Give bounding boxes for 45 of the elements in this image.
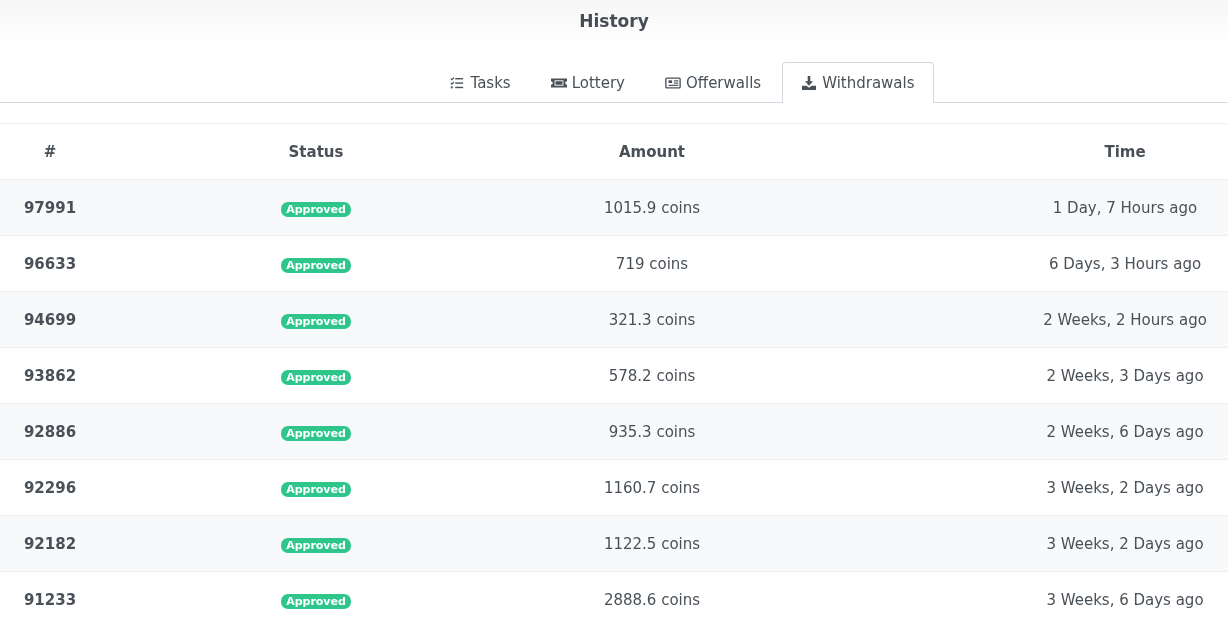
status-badge: Approved: [281, 313, 351, 329]
status-badge: Approved: [281, 257, 351, 273]
table-cell-text: 3 Weeks, 2 Days ago: [1045, 534, 1205, 553]
tab[interactable]: Withdrawals: [782, 62, 934, 103]
column-header: #: [42, 142, 58, 161]
ticket-icon: [550, 76, 567, 90]
table-cell-text: 92296: [22, 478, 78, 497]
status-badge: Approved: [281, 481, 351, 497]
table-cell-text: 3 Weeks, 6 Days ago: [1045, 590, 1205, 609]
table-cell-text: 93862: [22, 366, 78, 385]
table-cell-text: 2 Weeks, 2 Hours ago: [1042, 310, 1208, 329]
table-cell-text: 3 Weeks, 2 Days ago: [1045, 478, 1205, 497]
table-cell-text: 2 Weeks, 3 Days ago: [1045, 366, 1205, 385]
column-header: Time: [1103, 142, 1147, 161]
table-cell-text: 1160.7 coins: [602, 478, 702, 497]
tab[interactable]: Tasks: [430, 62, 530, 103]
table-cell-text: 578.2 coins: [607, 366, 697, 385]
table-cell-text: 321.3 coins: [607, 310, 697, 329]
newspaper-icon: [665, 76, 681, 90]
table-cell-text: 92182: [22, 534, 78, 553]
status-badge: Approved: [281, 537, 351, 553]
table-cell-text: 97991: [22, 198, 78, 217]
tab[interactable]: Lottery: [531, 62, 644, 103]
status-badge: Approved: [281, 201, 351, 217]
table-cell-text: 91233: [22, 590, 78, 609]
column-header: Amount: [617, 142, 687, 161]
table-cell-text: 96633: [22, 254, 78, 273]
tab[interactable]: Offerwalls: [646, 62, 781, 103]
download-icon: [801, 76, 818, 90]
table-cell-text: 719 coins: [614, 254, 690, 273]
table-cell-text: 935.3 coins: [607, 422, 697, 441]
page-title: History: [579, 11, 649, 31]
status-badge: Approved: [281, 425, 351, 441]
table-cell-text: 6 Days, 3 Hours ago: [1047, 254, 1203, 273]
table-cell-text: 2888.6 coins: [602, 590, 702, 609]
status-badge: Approved: [281, 369, 351, 385]
column-header: Status: [287, 142, 345, 161]
table-cell-text: 1122.5 coins: [602, 534, 702, 553]
table-cell-text: 94699: [22, 310, 78, 329]
table-cell-text: 1 Day, 7 Hours ago: [1051, 198, 1199, 217]
table-cell-text: 2 Weeks, 6 Days ago: [1045, 422, 1205, 441]
checklist-icon: [449, 76, 466, 90]
table-cell-text: 92886: [22, 422, 78, 441]
status-badge: Approved: [281, 593, 351, 609]
table-cell-text: 1015.9 coins: [602, 198, 702, 217]
